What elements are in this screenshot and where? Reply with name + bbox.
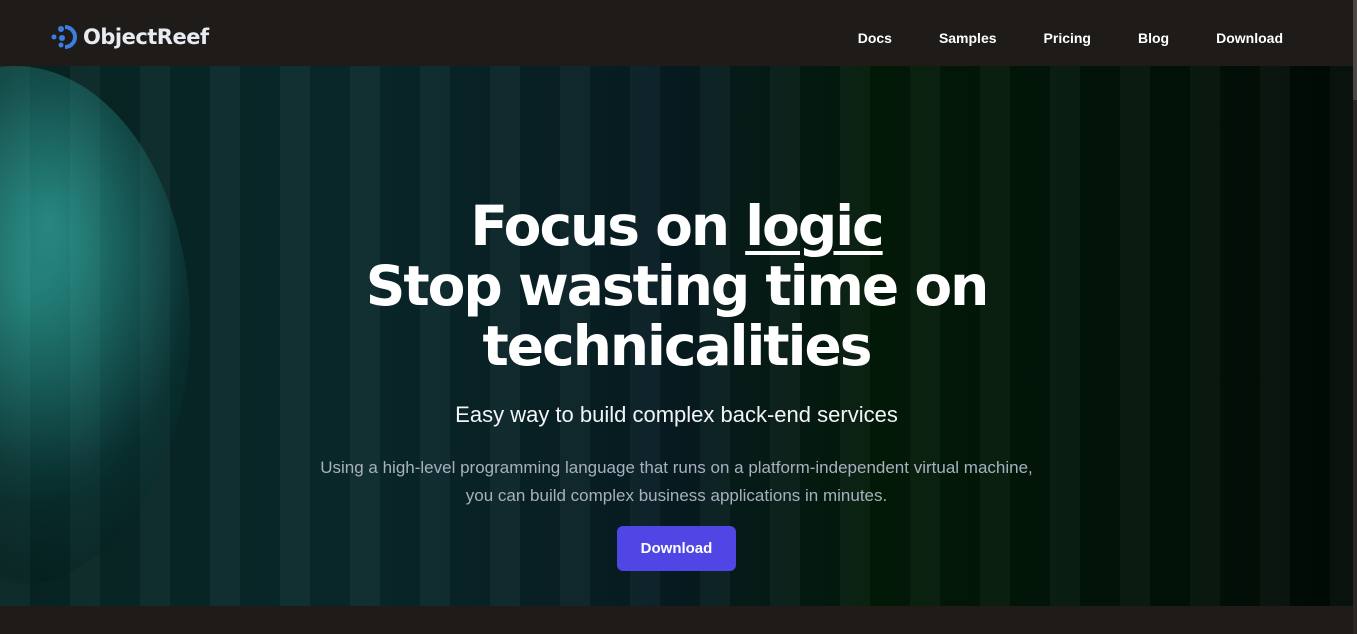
logo[interactable]: ObjectReef (51, 24, 209, 50)
hero-headline: Focus on logic Stop wasting time on tech… (0, 196, 1353, 376)
nav-pricing[interactable]: Pricing (1044, 30, 1091, 46)
top-nav: ObjectReef Docs Samples Pricing Blog Dow… (0, 0, 1353, 66)
hero-section: Focus on logic Stop wasting time on tech… (0, 66, 1353, 606)
desc-line-2: you can build complex business applicati… (465, 486, 888, 505)
brand-name: ObjectReef (83, 25, 209, 49)
headline-emphasis: logic (745, 194, 884, 258)
headline-prefix: Focus on (470, 194, 746, 258)
nav-download[interactable]: Download (1216, 30, 1283, 46)
download-button[interactable]: Download (616, 526, 737, 571)
headline-line2: Stop wasting time on technicalities (365, 254, 990, 378)
nav-blog[interactable]: Blog (1138, 30, 1169, 46)
nav-docs[interactable]: Docs (858, 30, 892, 46)
hero-description: Using a high-level programming language … (0, 454, 1353, 510)
scrollbar[interactable] (1353, 0, 1357, 634)
scrollbar-thumb[interactable] (1353, 0, 1357, 100)
nav-samples[interactable]: Samples (939, 30, 997, 46)
hero-subtitle: Easy way to build complex back-end servi… (455, 402, 898, 427)
desc-line-1: Using a high-level programming language … (320, 458, 1033, 477)
logo-icon (51, 25, 77, 49)
